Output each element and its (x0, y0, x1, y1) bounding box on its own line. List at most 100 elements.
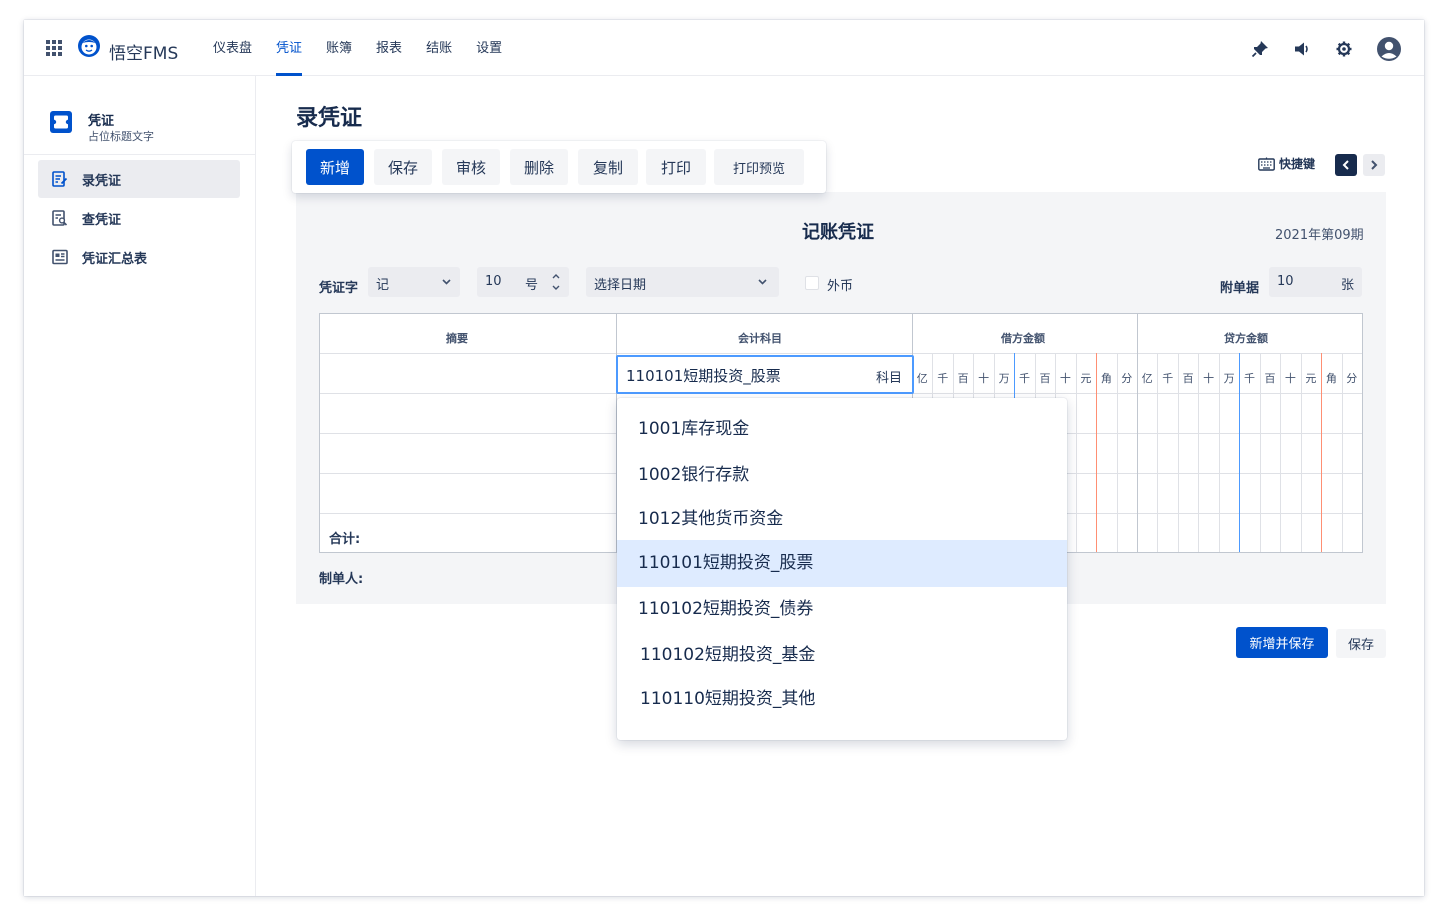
print-preview-button[interactable]: 打印预览 (714, 149, 804, 185)
sidebar-item-query-voucher[interactable]: 查凭证 (38, 199, 240, 237)
search-document-icon (52, 210, 68, 226)
voucher-period: 2021年第09期 (1275, 228, 1364, 243)
subject-suffix-button[interactable]: 科目 (876, 367, 902, 386)
chevron-down-icon (442, 279, 451, 285)
user-avatar-icon[interactable] (1376, 36, 1402, 62)
row-divider (320, 353, 1362, 354)
sidebar-divider (24, 154, 255, 155)
megaphone-icon[interactable] (1292, 39, 1312, 59)
credit-digit-label: 角 (1325, 372, 1337, 385)
chevron-left-icon (1342, 160, 1349, 170)
foreign-currency-checkbox[interactable] (805, 276, 819, 290)
debit-digit-label: 千 (937, 372, 949, 385)
voucher-word-select[interactable]: 记 (368, 267, 460, 297)
digit-divider (1259, 353, 1261, 552)
attachments-label: 附单据 (1220, 281, 1260, 296)
next-voucher-button[interactable] (1363, 154, 1385, 176)
digit-divider (1096, 353, 1098, 552)
sidebar-item-voucher-summary[interactable]: 凭证汇总表 (38, 238, 240, 276)
sidebar: 凭证 占位标题文字 录凭证 查凭证 凭证汇总表 (24, 76, 256, 896)
attachments-field[interactable]: 10 张 (1269, 267, 1362, 297)
credit-digit-label: 万 (1223, 372, 1235, 385)
sidebar-title: 凭证 (88, 114, 115, 129)
credit-digit-label: 百 (1264, 372, 1276, 385)
total-label: 合计: (329, 532, 361, 547)
monkey-logo-icon (78, 35, 100, 57)
nav-reports[interactable]: 报表 (376, 20, 402, 76)
attachments-value: 10 (1277, 274, 1294, 289)
digit-divider (1198, 353, 1200, 552)
nav-dashboard[interactable]: 仪表盘 (213, 20, 252, 76)
save-toolbar-button[interactable]: 保存 (374, 149, 432, 185)
voucher-title: 记账凭证 (802, 222, 874, 243)
subject-option[interactable]: 110110短期投资_其他 (617, 676, 1067, 722)
digit-divider (1300, 353, 1302, 552)
sidebar-subtitle: 占位标题文字 (88, 130, 154, 143)
credit-digit-label: 百 (1182, 372, 1194, 385)
stepper-arrows-icon[interactable] (551, 271, 561, 293)
maker-label: 制单人: (319, 572, 364, 587)
credit-digit-label: 分 (1346, 372, 1358, 385)
debit-digit-label: 千 (1019, 372, 1031, 385)
page-title: 录凭证 (296, 106, 363, 131)
print-button[interactable]: 打印 (646, 149, 706, 185)
subject-option[interactable]: 110102短期投资_债券 (617, 586, 1067, 632)
top-nav: 悟空FMS 仪表盘 凭证 账簿 报表 结账 设置 (24, 20, 1424, 76)
voucher-toolbar: 新增 保存 审核 删除 复制 打印 打印预览 (292, 141, 826, 193)
date-picker[interactable]: 选择日期 (586, 267, 779, 297)
subject-option-selected[interactable]: 110101短期投资_股票 (617, 540, 1067, 587)
save-and-new-button[interactable]: 新增并保存 (1236, 627, 1328, 658)
debit-digit-label: 角 (1100, 372, 1112, 385)
credit-digit-label: 千 (1244, 372, 1256, 385)
nav-actions (1228, 36, 1402, 62)
subject-option[interactable]: 1001库存现金 (617, 406, 1067, 452)
credit-digit-label: 亿 (1141, 372, 1153, 385)
audit-button[interactable]: 审核 (442, 149, 500, 185)
voucher-number-unit: 号 (525, 278, 539, 293)
voucher-word-label: 凭证字 (319, 281, 359, 296)
copy-button[interactable]: 复制 (578, 149, 638, 185)
nav-settings[interactable]: 设置 (476, 20, 502, 76)
sidebar-item-label: 凭证汇总表 (82, 251, 148, 267)
nav-closing[interactable]: 结账 (426, 20, 452, 76)
date-placeholder: 选择日期 (594, 278, 647, 293)
sidebar-header: 凭证 占位标题文字 (50, 110, 240, 146)
digit-divider (1321, 353, 1323, 552)
chevron-down-icon (758, 279, 767, 285)
debit-digit-label: 十 (1059, 372, 1071, 385)
subject-option[interactable]: 1012其他货币资金 (617, 496, 1067, 542)
header-subject: 会计科目 (738, 332, 782, 345)
digit-divider (1280, 353, 1282, 552)
nav-links: 仪表盘 凭证 账簿 报表 结账 设置 (213, 20, 526, 76)
nav-ledger[interactable]: 账簿 (326, 20, 352, 76)
voucher-number-stepper[interactable]: 10 号 (477, 267, 569, 297)
delete-button[interactable]: 删除 (510, 149, 568, 185)
pin-icon[interactable] (1250, 39, 1270, 59)
credit-digit-label: 十 (1203, 372, 1215, 385)
header-summary: 摘要 (446, 332, 468, 345)
debit-digit-label: 分 (1121, 372, 1133, 385)
debit-digit-label: 万 (998, 372, 1010, 385)
app-switcher-icon[interactable] (46, 40, 62, 56)
voucher-word-value: 记 (376, 278, 390, 293)
subject-option[interactable]: 1002银行存款 (617, 452, 1067, 498)
credit-digit-label: 元 (1305, 372, 1317, 385)
credit-digit-label: 千 (1162, 372, 1174, 385)
sidebar-item-label: 查凭证 (82, 212, 122, 228)
new-button[interactable]: 新增 (306, 149, 364, 185)
sidebar-item-record-voucher[interactable]: 录凭证 (38, 160, 240, 198)
credit-digit-label: 十 (1284, 372, 1296, 385)
subject-option[interactable]: 110102短期投资_基金 (617, 632, 1067, 678)
header-debit: 借方金额 (1001, 332, 1045, 345)
debit-digit-label: 百 (1039, 372, 1051, 385)
nav-voucher[interactable]: 凭证 (276, 20, 303, 76)
save-button[interactable]: 保存 (1336, 629, 1386, 658)
prev-voucher-button[interactable] (1335, 154, 1357, 176)
shortcut-keys-button[interactable]: 快捷键 (1258, 155, 1315, 172)
subject-input[interactable]: 110101短期投资_股票 科目 (616, 355, 914, 394)
header-credit: 贷方金额 (1224, 332, 1268, 345)
digit-divider (1075, 353, 1077, 552)
gear-icon[interactable] (1334, 39, 1354, 59)
subject-dropdown: 1001库存现金 1002银行存款 1012其他货币资金 110101短期投资_… (617, 398, 1067, 740)
chevron-right-icon (1371, 160, 1378, 170)
